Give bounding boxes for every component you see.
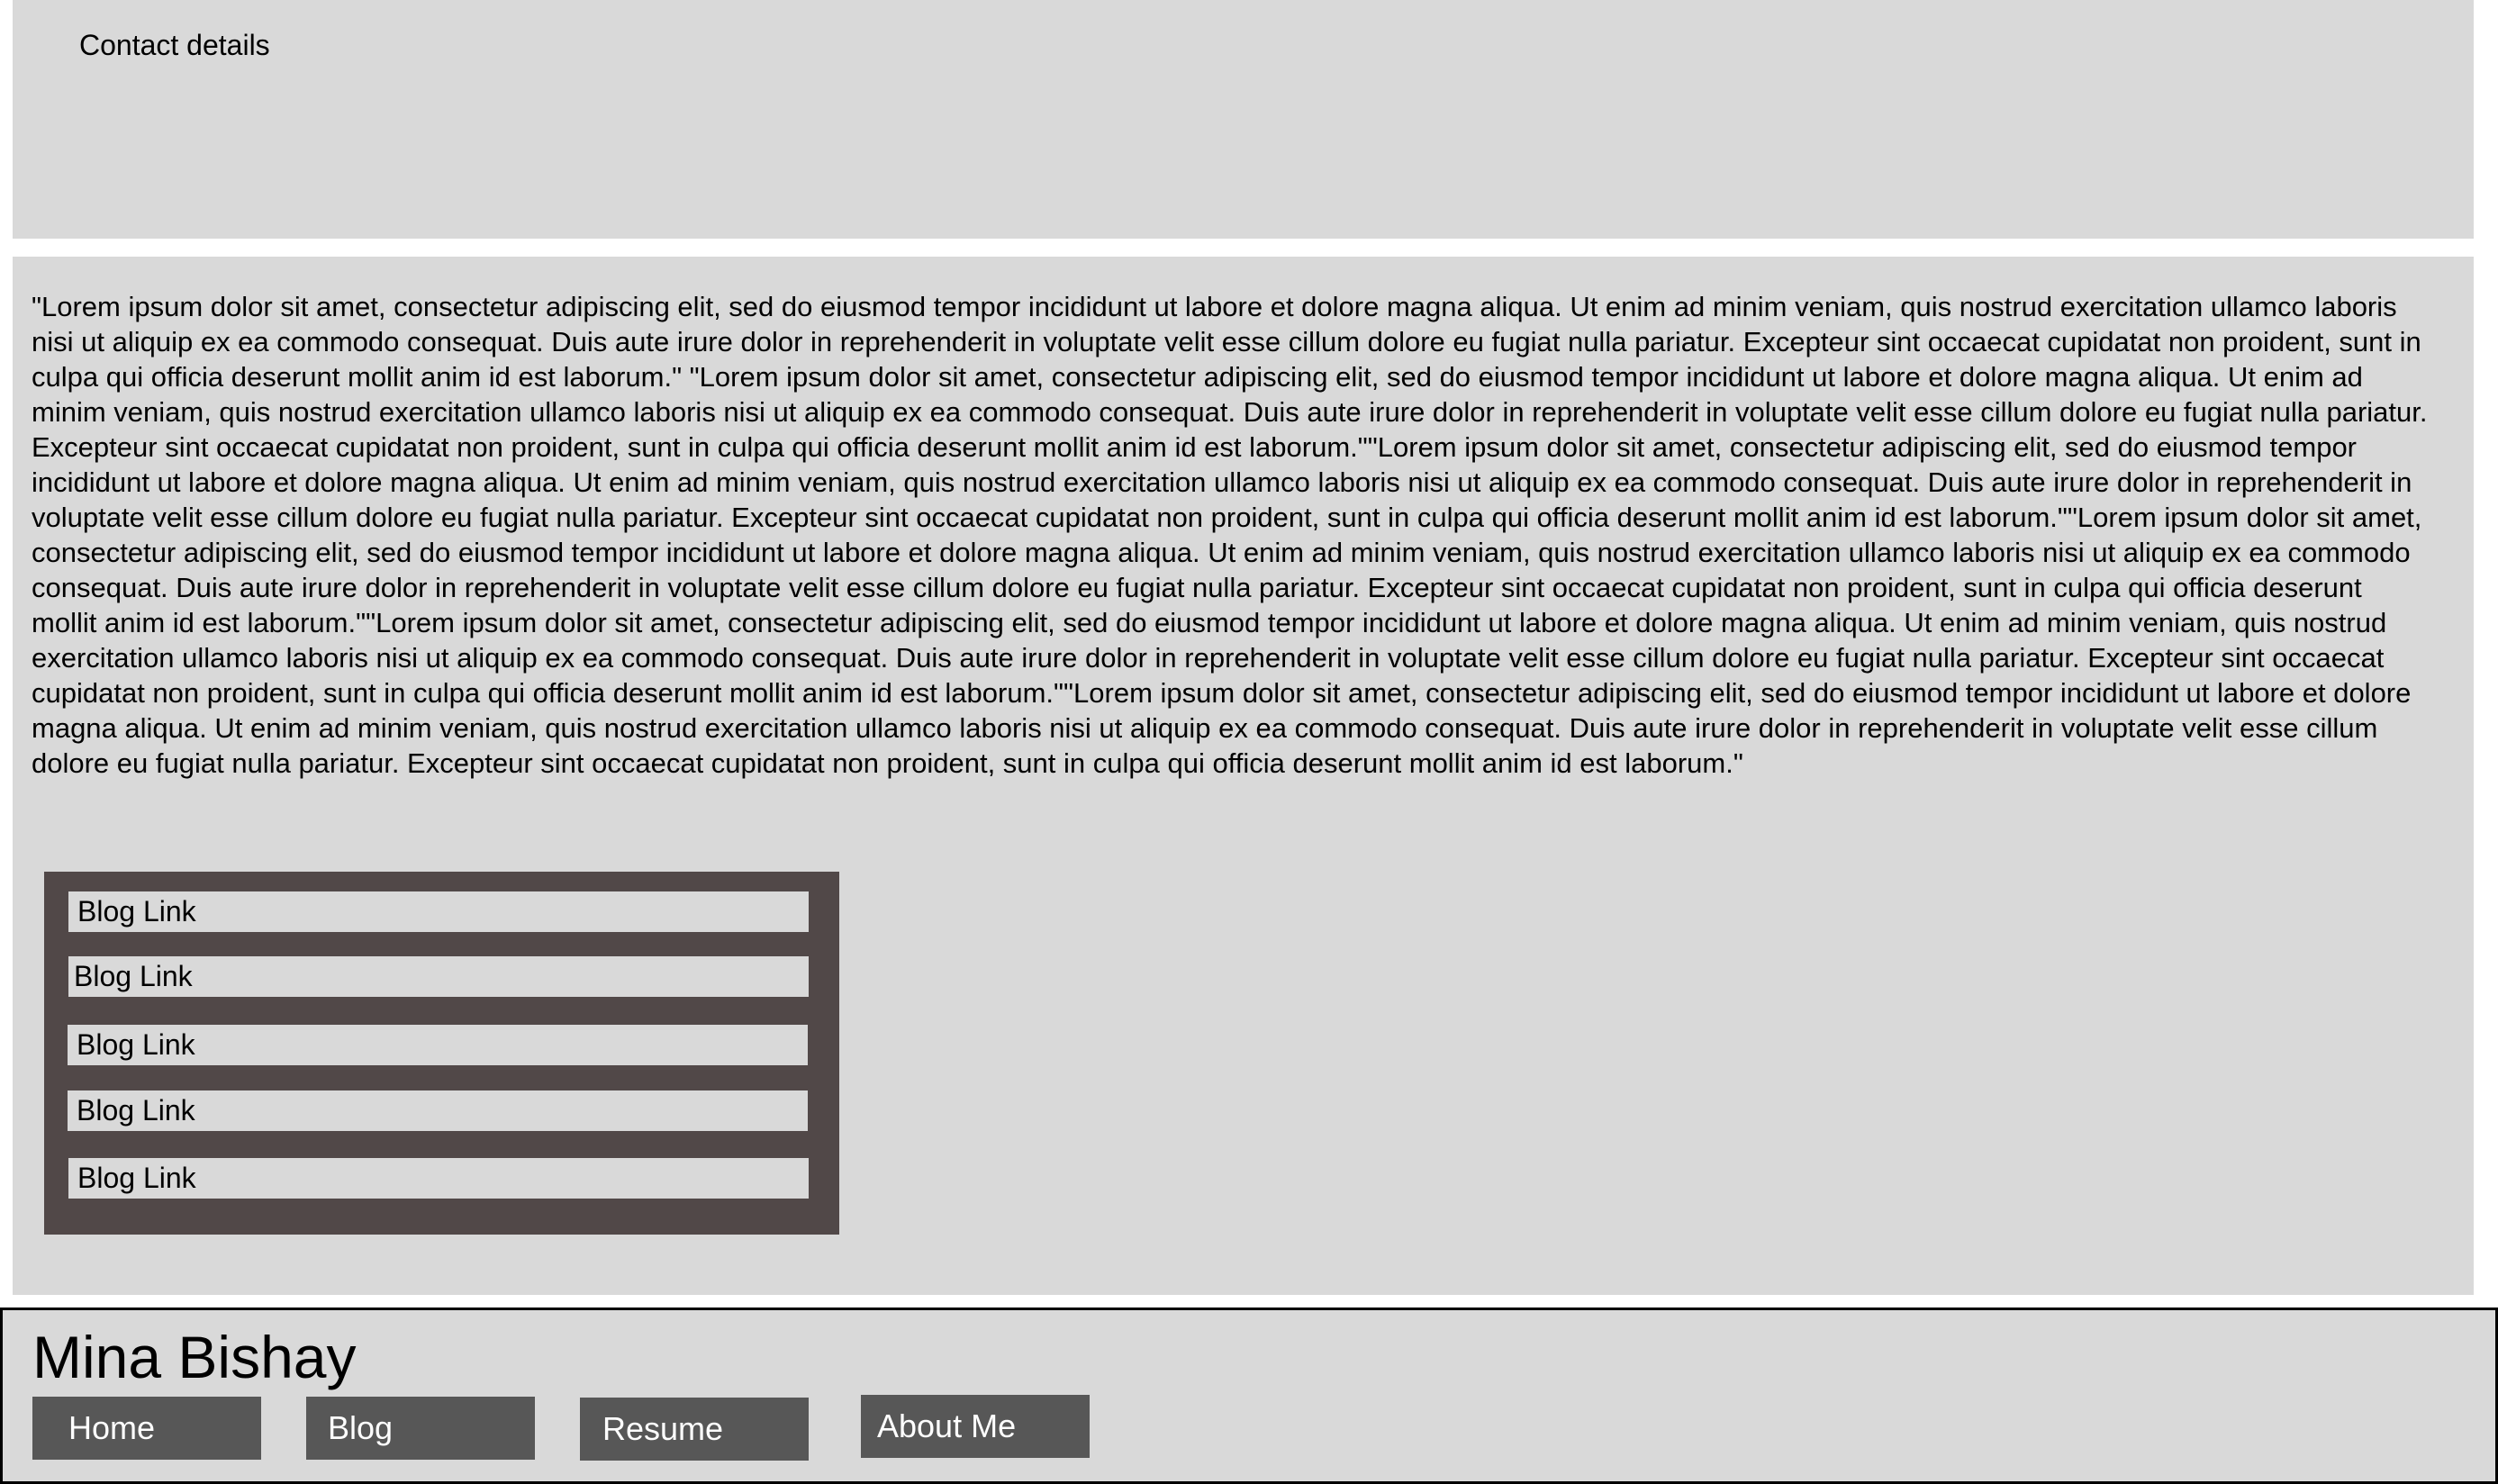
blog-link-2[interactable]: Blog Link — [68, 956, 809, 997]
site-name: Mina Bishay — [32, 1324, 357, 1390]
blog-link-3[interactable]: Blog Link — [68, 1025, 808, 1065]
body-paragraph: "Lorem ipsum dolor sit amet, consectetur… — [32, 291, 2428, 779]
contact-details-heading: Contact details — [79, 29, 270, 61]
contact-panel: Contact details — [13, 0, 2474, 239]
blog-link-5[interactable]: Blog Link — [68, 1158, 809, 1199]
nav-about-me-button[interactable]: About Me — [861, 1395, 1090, 1458]
nav-home-button[interactable]: Home — [32, 1397, 261, 1460]
blog-links-list: Blog Link Blog Link Blog Link Blog Link … — [44, 872, 839, 1235]
main-content-panel: "Lorem ipsum dolor sit amet, consectetur… — [13, 257, 2474, 1295]
blog-link-4[interactable]: Blog Link — [68, 1090, 808, 1131]
site-footer-nav: Mina Bishay Home Blog Resume About Me — [0, 1308, 2498, 1484]
nav-resume-button[interactable]: Resume — [580, 1398, 809, 1461]
blog-link-1[interactable]: Blog Link — [68, 891, 809, 932]
nav-blog-button[interactable]: Blog — [306, 1397, 535, 1460]
